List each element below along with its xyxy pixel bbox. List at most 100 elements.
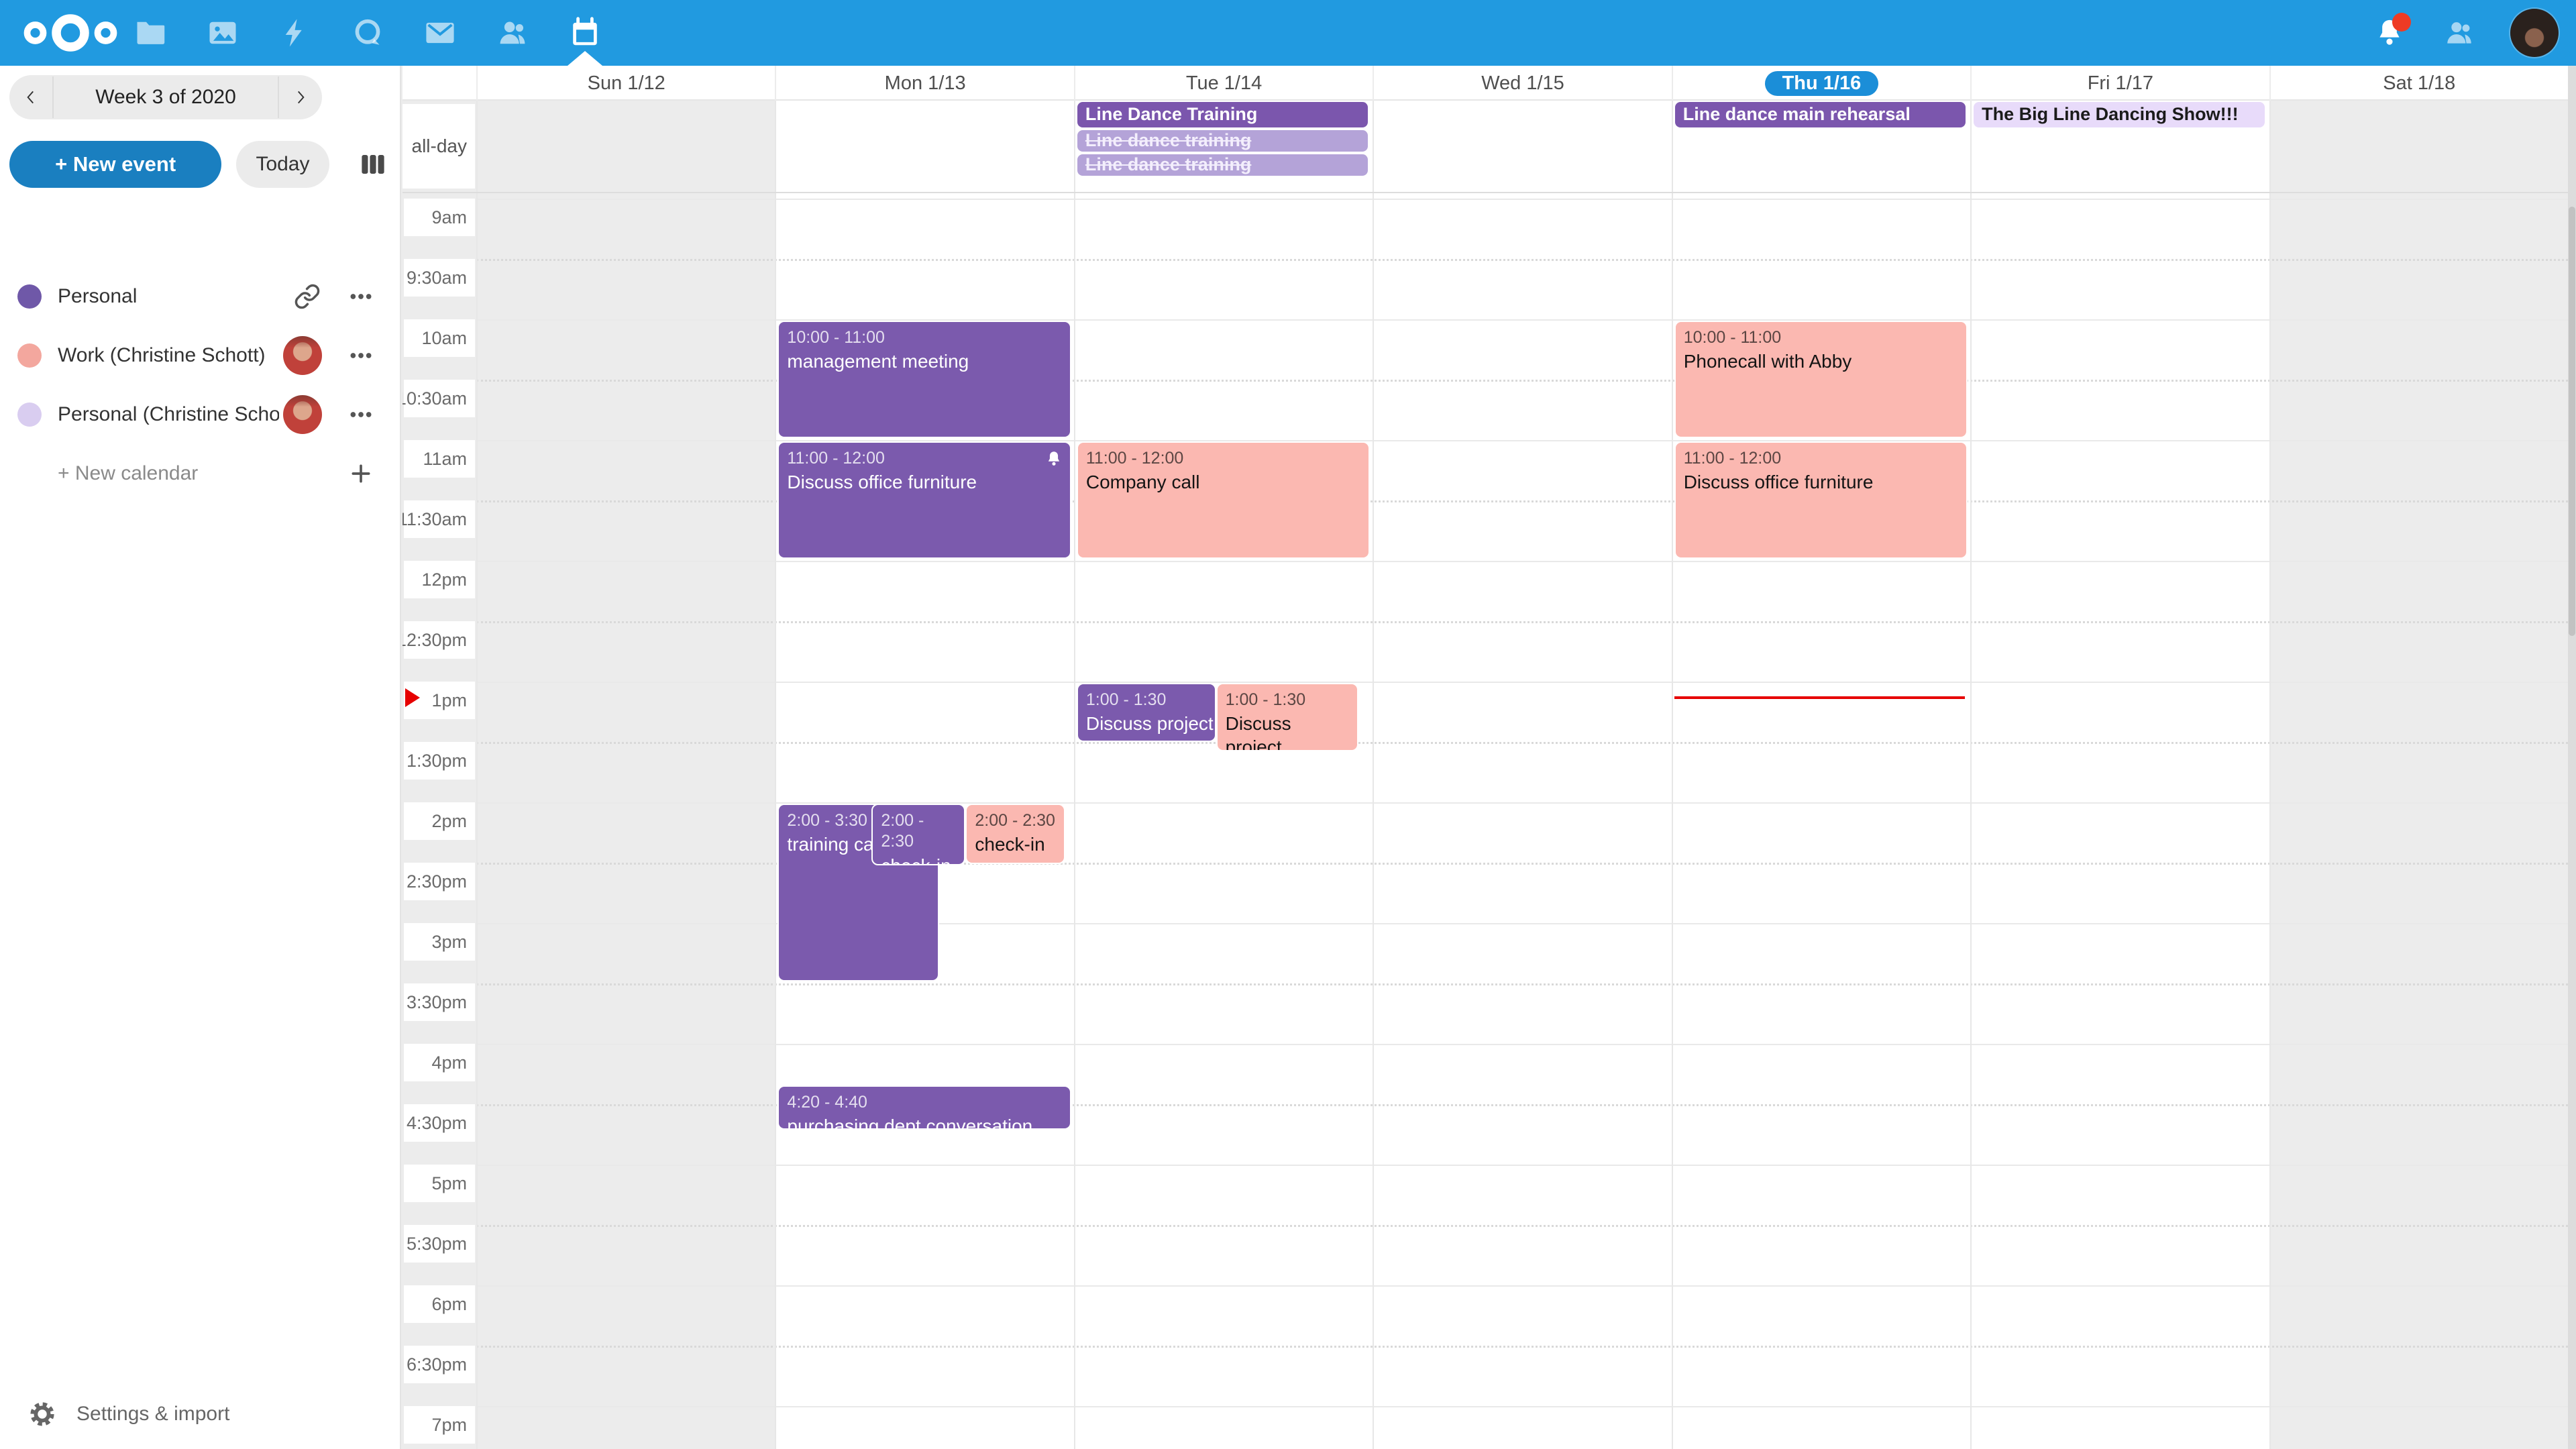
new-calendar-button[interactable]: + New calendar [0,444,400,503]
time-label-cell: 3:30pm [404,983,475,1021]
day-column-4[interactable]: 10:00 - 11:00Phonecall with Abby11:00 - … [1672,193,1970,1449]
time-label-cell: 5:30pm [404,1225,475,1263]
time-label: 7pm [431,1415,467,1436]
event[interactable]: 11:00 - 12:00Company call [1077,441,1370,559]
day-header-fri[interactable]: Fri 1/17 [1970,66,2269,101]
user-avatar[interactable] [2510,9,2559,57]
app-activity-icon[interactable] [276,14,314,52]
calendar-sidebar: Week 3 of 2020 + New event Today Persona… [0,66,401,1449]
day-header-sun[interactable]: Sun 1/12 [476,66,775,101]
allday-event[interactable]: Line dance training [1077,154,1368,176]
allday-event-title: Line dance training [1085,154,1252,175]
notifications-bell-icon[interactable] [2371,14,2408,52]
calendar-list-item[interactable]: Personal (Christine Scho... [0,385,400,444]
calendar-color-dot [17,284,42,309]
allday-event[interactable]: Line dance training [1077,130,1368,152]
time-label-cell: 2:30pm [404,863,475,900]
next-week-button[interactable] [279,75,322,119]
time-label: 10:30am [402,388,467,409]
calendar-color-dot [17,343,42,368]
previous-week-button[interactable] [9,75,52,119]
event[interactable]: 11:00 - 12:00Discuss office furniture [1674,441,1968,559]
allday-cell[interactable] [1373,101,1671,192]
day-column-3[interactable] [1373,193,1671,1449]
day-header-wed[interactable]: Wed 1/15 [1373,66,1671,101]
event[interactable]: 2:00 - 2:30check-in [965,804,1065,864]
app-files-icon[interactable] [131,14,169,52]
time-label-cell: 10am [404,319,475,357]
event-title: purchasing dept conversation [787,1114,1061,1130]
event-title: Discuss office furniture [787,470,1061,494]
share-link-icon[interactable] [292,282,322,311]
time-label: 1pm [431,690,467,711]
allday-event[interactable]: Line Dance Training [1077,102,1368,127]
time-label-cell: 12:30pm [404,621,475,659]
calendar-actions-menu-icon[interactable] [346,341,376,370]
event-time: 11:00 - 12:00 [1684,448,1958,469]
app-mail-icon[interactable] [421,14,459,52]
calendar-actions-menu-icon[interactable] [346,282,376,311]
nextcloud-logo[interactable] [20,9,121,56]
app-calendar-icon[interactable] [566,14,604,52]
time-label: 4:30pm [407,1113,467,1134]
scrollbar-thumb[interactable] [2569,207,2575,636]
time-label: 2:30pm [407,871,467,892]
allday-event[interactable]: Line dance main rehearsal [1675,102,1966,127]
event[interactable]: 2:00 - 2:30check-in [871,804,965,865]
time-label: 2pm [431,811,467,832]
allday-event[interactable]: The Big Line Dancing Show!!! [1974,102,2264,127]
event[interactable]: 4:20 - 4:40purchasing dept conversation [777,1085,1071,1130]
current-time-arrow [405,688,420,707]
time-label-cell: 1:30pm [404,742,475,780]
event[interactable]: 10:00 - 11:00management meeting [777,321,1071,438]
week-label[interactable]: Week 3 of 2020 [52,76,279,118]
today-button[interactable]: Today [236,141,329,188]
allday-cell[interactable] [476,101,775,192]
event[interactable]: 1:00 - 1:30Discuss project announcement [1077,683,1216,742]
event[interactable]: 11:00 - 12:00Discuss office furniture [777,441,1071,559]
current-time-line [1674,696,1965,699]
time-label-cell: 2pm [404,802,475,840]
event-time: 1:00 - 1:30 [1226,690,1349,710]
app-talk-icon[interactable] [349,14,386,52]
allday-cell[interactable] [775,101,1073,192]
plus-icon[interactable] [346,459,376,488]
day-column-2[interactable]: 11:00 - 12:00Company call 1:00 - 1:30Disc… [1074,193,1373,1449]
view-columns-icon[interactable] [355,146,392,183]
calendar-list: Personal Work (Christine Schott) Personal … [0,267,400,503]
day-column-1[interactable]: 10:00 - 11:00management meeting11:00 - 1… [775,193,1073,1449]
time-label: 6pm [431,1294,467,1315]
app-contacts-icon[interactable] [494,14,531,52]
app-menu [131,0,604,66]
day-column-5[interactable] [1970,193,2269,1449]
day-header-tue[interactable]: Tue 1/14 [1074,66,1373,101]
event-title: Discuss office furniture [1684,470,1958,494]
day-column-6[interactable] [2269,193,2568,1449]
settings-import-button[interactable]: Settings & import [0,1390,400,1438]
time-label-cell: 7pm [404,1406,475,1444]
day-header-mon[interactable]: Mon 1/13 [775,66,1073,101]
calendar-list-item[interactable]: Work (Christine Schott) [0,326,400,385]
time-label-cell: 3pm [404,923,475,961]
calendar-name: Work (Christine Schott) [58,344,266,367]
event[interactable]: 1:00 - 1:30Discuss project announcement [1216,683,1358,751]
event[interactable]: 10:00 - 11:00Phonecall with Abby [1674,321,1968,438]
event-title: check-in [975,833,1056,856]
app-photos-icon[interactable] [204,14,241,52]
day-header-sat[interactable]: Sat 1/18 [2269,66,2568,101]
calendar-owner-avatar [283,395,322,434]
day-column-0[interactable] [476,193,775,1449]
calendar-list-item[interactable]: Personal [0,267,400,326]
time-label: 12:30pm [402,630,467,651]
contacts-menu-icon[interactable] [2440,14,2478,52]
calendar-actions-menu-icon[interactable] [346,400,376,429]
allday-cell[interactable] [2269,101,2568,192]
event-title: check-in [881,854,956,866]
time-label-cell: 9:30am [404,259,475,297]
day-header-thu[interactable]: Thu 1/16 [1672,66,1970,101]
new-event-button[interactable]: + New event [9,141,221,188]
time-label: 3pm [431,932,467,953]
time-label-cell: 11am [404,440,475,478]
vertical-scrollbar[interactable] [2568,66,2576,1449]
time-label: 11am [423,449,467,470]
